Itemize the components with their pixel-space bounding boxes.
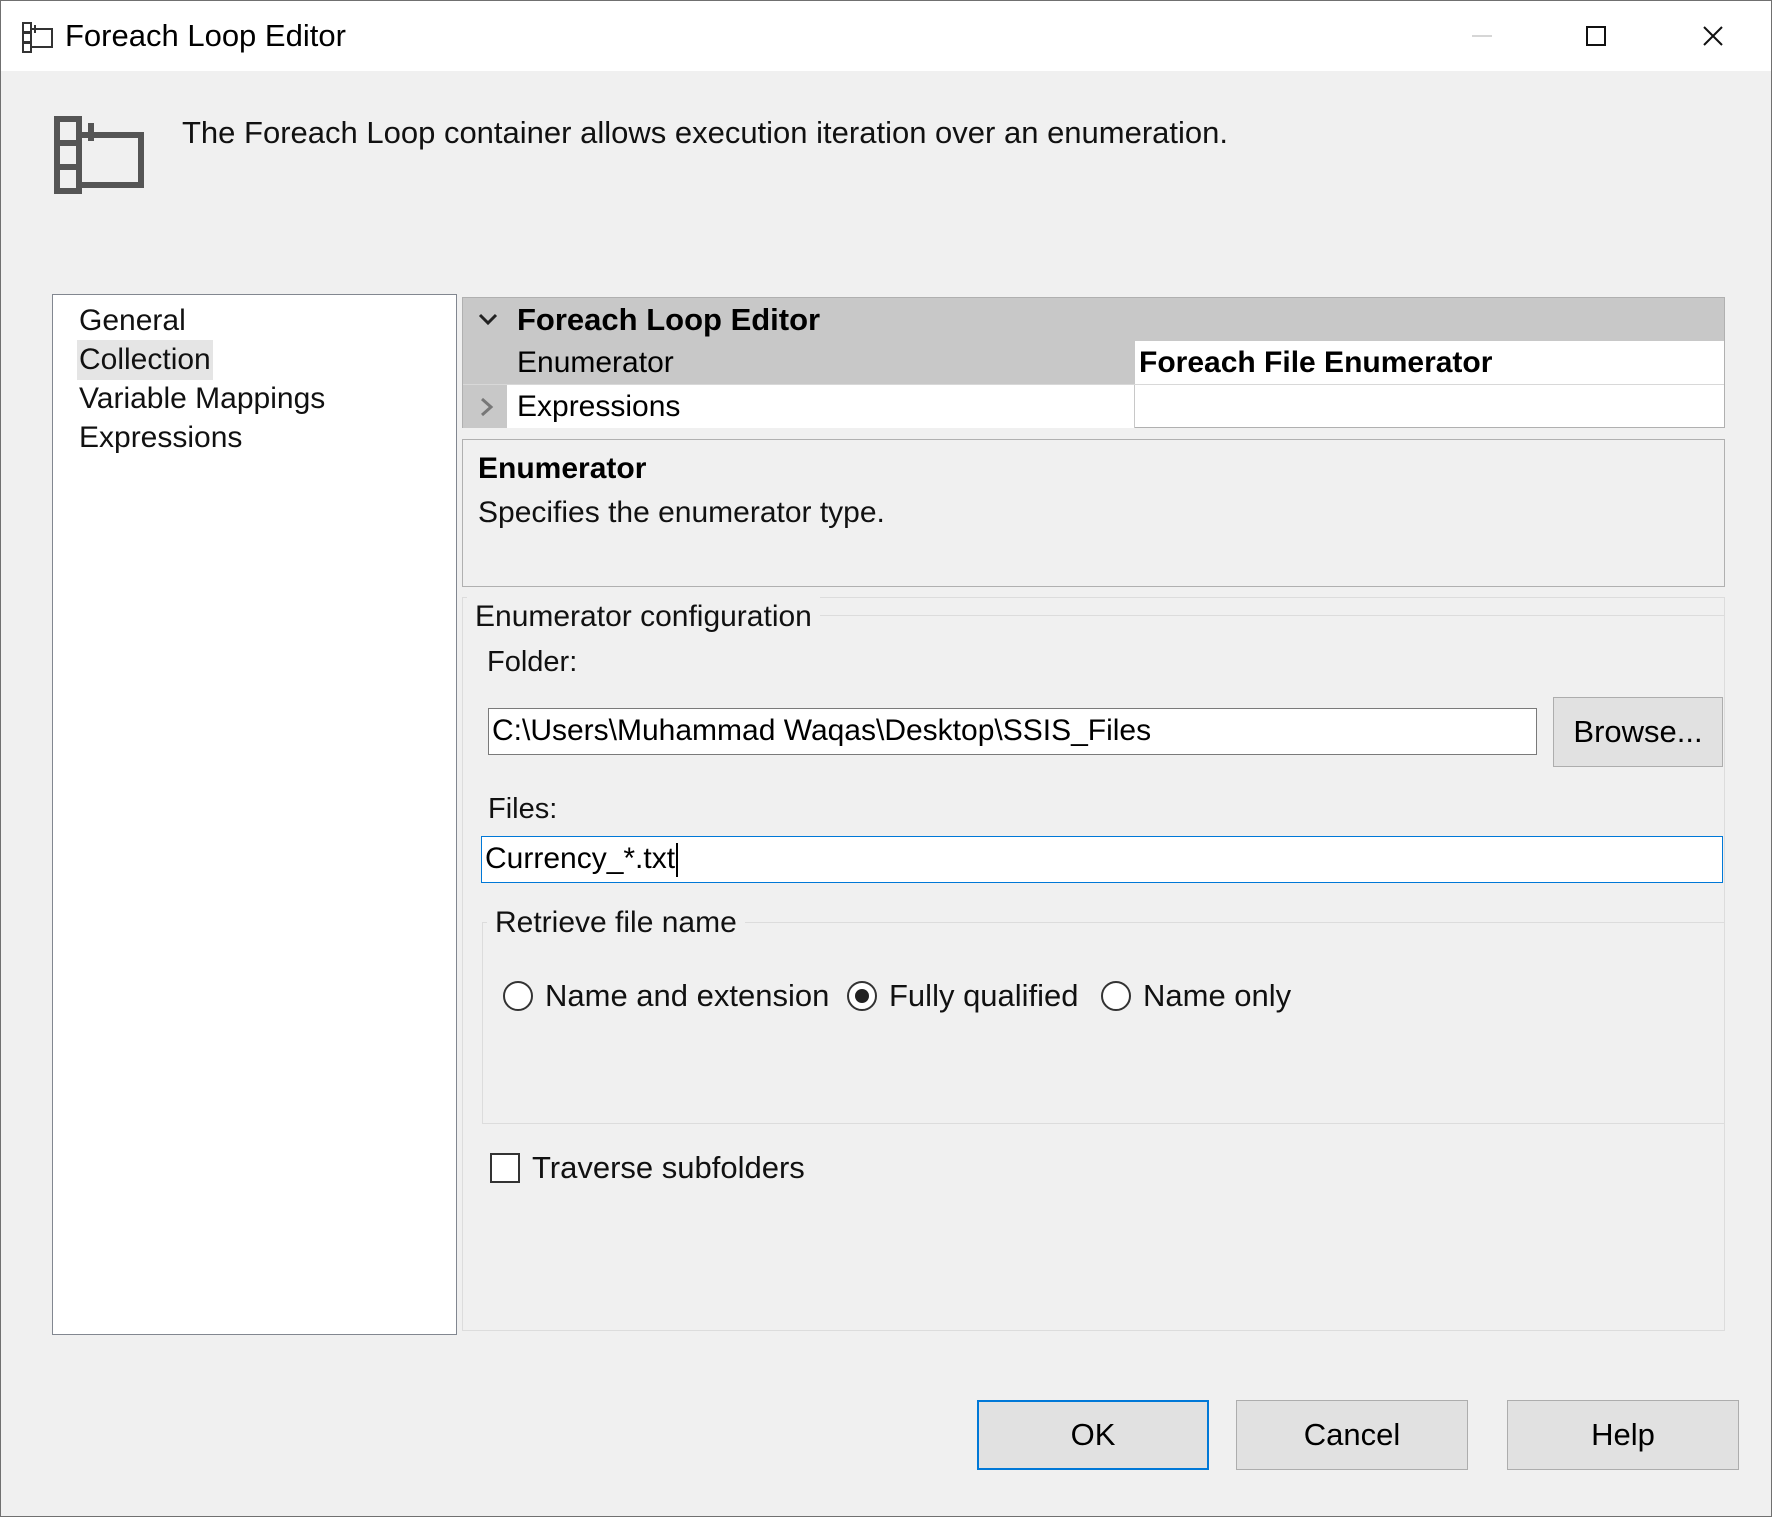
minimize-button[interactable] xyxy=(1424,1,1540,71)
foreach-loop-icon xyxy=(54,116,144,194)
close-button[interactable] xyxy=(1655,1,1771,71)
minimize-icon xyxy=(1472,35,1492,37)
dialog-description: The Foreach Loop container allows execut… xyxy=(182,115,1229,150)
retrieve-file-name-legend: Retrieve file name xyxy=(487,903,745,943)
radio-name-only[interactable]: Name only xyxy=(1101,978,1291,1014)
radio-name-and-extension[interactable]: Name and extension xyxy=(503,978,829,1014)
nav-item-variable-mappings[interactable]: Variable Mappings xyxy=(77,379,327,419)
files-input-value: Currency_*.txt xyxy=(485,842,676,875)
radio-circle[interactable] xyxy=(503,981,533,1011)
radio-fully-qualified[interactable]: Fully qualified xyxy=(847,978,1079,1014)
property-row-enumerator[interactable]: Enumerator Foreach File Enumerator xyxy=(463,341,1724,384)
radio-label: Fully qualified xyxy=(889,978,1079,1013)
cancel-button[interactable]: Cancel xyxy=(1236,1400,1468,1470)
property-category-label: Foreach Loop Editor xyxy=(517,302,821,337)
maximize-button[interactable] xyxy=(1538,1,1654,71)
help-description: Specifies the enumerator type. xyxy=(478,496,885,529)
ok-button[interactable]: OK xyxy=(977,1400,1209,1470)
files-label: Files: xyxy=(488,793,558,825)
property-category-row[interactable]: Foreach Loop Editor xyxy=(463,298,1724,341)
help-button[interactable]: Help xyxy=(1507,1400,1739,1470)
property-name[interactable]: Enumerator xyxy=(507,341,1134,384)
foreach-loop-editor-dialog: Foreach Loop Editor The Foreach Loop con… xyxy=(0,0,1772,1517)
property-row-gutter xyxy=(463,341,507,384)
nav-item-general[interactable]: General xyxy=(77,301,188,341)
help-title: Enumerator xyxy=(478,452,647,485)
property-value[interactable]: Foreach File Enumerator xyxy=(1134,341,1724,384)
chevron-down-icon[interactable] xyxy=(477,308,499,330)
checkbox-box[interactable] xyxy=(490,1153,520,1183)
browse-button[interactable]: Browse... xyxy=(1553,697,1723,767)
retrieve-file-name-group xyxy=(482,922,1725,1124)
radio-circle-selected[interactable] xyxy=(847,981,877,1011)
close-icon xyxy=(1703,26,1723,46)
nav-item-expressions[interactable]: Expressions xyxy=(77,418,244,458)
radio-label: Name only xyxy=(1143,978,1292,1013)
files-input[interactable]: Currency_*.txt xyxy=(481,836,1723,883)
chevron-right-icon[interactable] xyxy=(477,396,497,418)
window-title: Foreach Loop Editor xyxy=(65,18,346,53)
maximize-icon xyxy=(1586,26,1606,46)
folder-input[interactable]: C:\Users\Muhammad Waqas\Desktop\SSIS_Fil… xyxy=(488,708,1537,755)
folder-label: Folder: xyxy=(487,646,578,678)
property-name[interactable]: Expressions xyxy=(507,385,1134,428)
property-row-expressions[interactable]: Expressions xyxy=(463,384,1724,428)
radio-circle[interactable] xyxy=(1101,981,1131,1011)
property-grid: Foreach Loop Editor Enumerator Foreach F… xyxy=(462,297,1725,428)
checkbox-label: Traverse subfolders xyxy=(532,1150,805,1185)
property-help-panel: Enumerator Specifies the enumerator type… xyxy=(462,439,1725,587)
text-caret xyxy=(676,843,679,878)
enumerator-configuration-legend: Enumerator configuration xyxy=(467,597,820,637)
property-row-gutter xyxy=(463,385,507,428)
title-bar: Foreach Loop Editor xyxy=(1,1,1771,71)
nav-item-collection[interactable]: Collection xyxy=(77,340,213,380)
radio-label: Name and extension xyxy=(545,978,830,1013)
traverse-subfolders-checkbox[interactable]: Traverse subfolders xyxy=(490,1150,805,1186)
property-value[interactable] xyxy=(1134,385,1724,428)
page-navigation-list: General Collection Variable Mappings Exp… xyxy=(52,294,457,1335)
foreach-loop-icon xyxy=(22,22,53,53)
